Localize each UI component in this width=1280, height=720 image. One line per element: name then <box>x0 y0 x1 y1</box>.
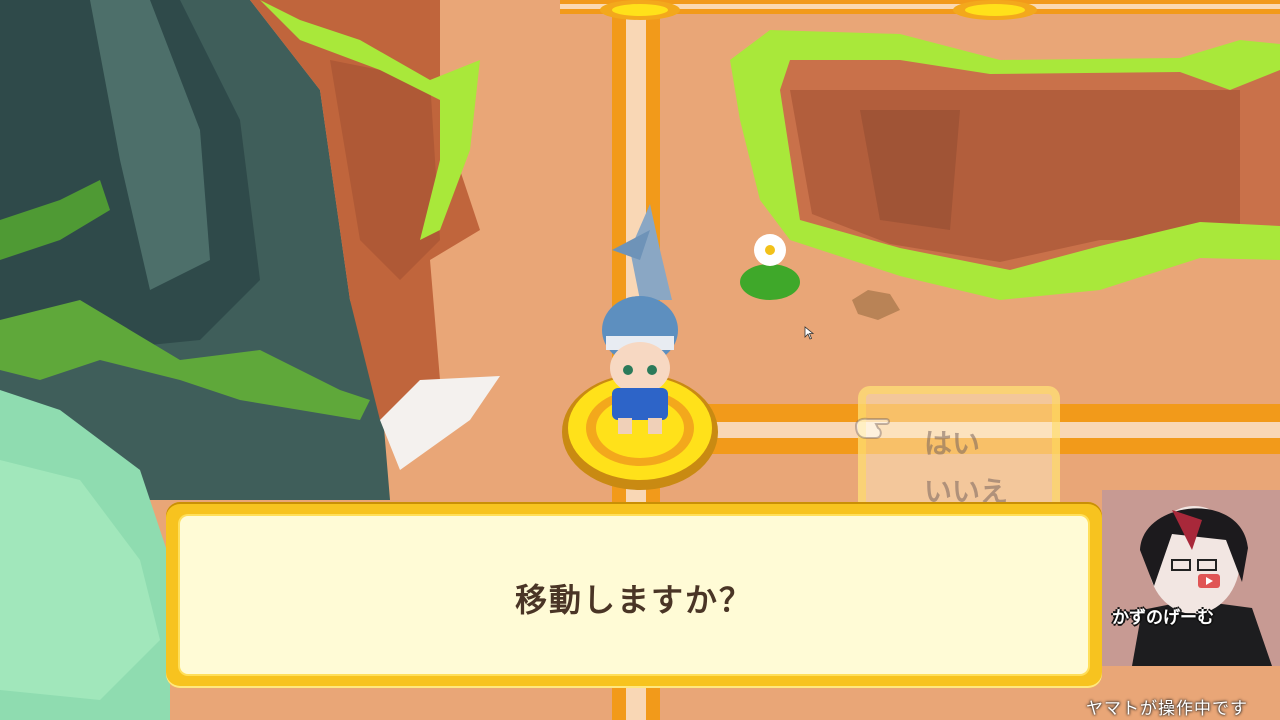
mouse-cursor-icon <box>804 326 814 340</box>
dialog-message: 移動しますか？ <box>514 581 753 619</box>
dialog-box: 移動しますか？ <box>166 502 1102 688</box>
dialog-panel: 移動しますか？ <box>180 516 1088 674</box>
streamer-avatar-overlay: かずのげーむ <box>1102 490 1280 666</box>
channel-name-label: かずのげーむ <box>1112 608 1214 628</box>
pointing-hand-icon <box>854 417 890 439</box>
operator-status-text: ヤマトが操作中です <box>1086 699 1248 719</box>
avatar <box>1102 490 1280 666</box>
choice-option-yes[interactable]: はい <box>924 422 980 462</box>
